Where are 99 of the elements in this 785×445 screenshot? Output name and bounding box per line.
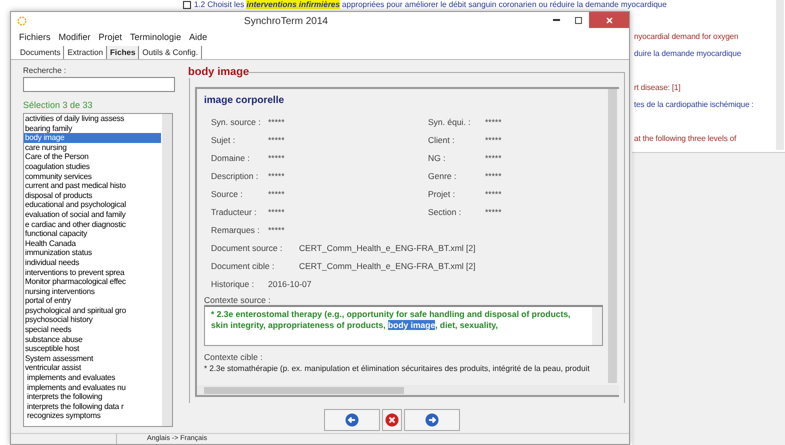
minimize-icon [552,19,560,21]
delete-button[interactable] [382,409,402,431]
field-label: Syn. équi. : [428,117,472,127]
list-item[interactable]: Health Canada [24,238,161,248]
list-item[interactable]: disposal of products [24,190,161,200]
list-item[interactable]: current and past medical histo [24,181,161,191]
scrollbar[interactable] [608,89,617,383]
list-item[interactable]: special needs [24,325,161,335]
list-item[interactable]: Care of the Person [24,152,161,162]
list-item[interactable]: implements and evaluates [24,373,161,383]
close-button[interactable] [589,12,629,28]
term-title: image corporelle [204,95,286,106]
list-item[interactable]: System assessment [24,354,161,364]
field-value: ***** [268,117,286,127]
field-value: ***** [268,207,286,217]
list-item[interactable]: care nursing [24,142,161,152]
list-item[interactable]: interprets the following [24,392,161,402]
field-label: Sujet : [211,135,236,145]
document-line: at the following three levels of [634,133,736,145]
list-item[interactable]: bearing family [24,124,161,134]
field-value: CERT_Comm_Health_e_ENG-FRA_BT.xml [2] [299,261,477,271]
list-item[interactable]: body image [24,133,161,143]
scrollbar[interactable] [197,385,619,395]
search-label: Recherche : [23,66,68,75]
field-value: ***** [485,153,503,163]
list-item[interactable]: immunization status [24,248,161,258]
record-heading: body image [188,66,250,78]
list-item[interactable]: individual needs [24,258,161,268]
field-label: NG : [428,153,446,163]
field-value: ***** [485,117,503,127]
list-item[interactable]: nursing interventions [24,286,161,296]
target-context-text: * 2.3e stomathérapie (p. ex. manipulation et élimination sécuritaires des produits, intégrité de la peau, produit [204,364,591,373]
field-label: Projet : [428,189,456,199]
list-item[interactable]: community services [24,172,161,182]
field-value: ***** [485,207,503,217]
list-item[interactable]: psychosocial history [24,315,161,326]
close-icon [606,16,612,24]
menu-item[interactable]: Terminologie [130,32,182,42]
menu-item[interactable]: Projet [98,32,122,42]
field-label: Description : [211,171,260,181]
field-label: Historique : [211,279,255,289]
scrollbar[interactable] [162,114,172,426]
field-label: Genre : [428,171,458,181]
menu-item[interactable]: Aide [189,32,208,42]
list-item[interactable]: coagulation studies [24,162,161,172]
field-label: Remarques : [211,225,261,235]
list-item[interactable]: educational and psychological [24,200,161,210]
field-label: Document cible : [211,261,276,271]
field-value: ***** [268,135,286,145]
list-item[interactable]: psychological and spiritual gro [24,306,161,316]
field-value: CERT_Comm_Health_e_ENG-FRA_BT.xml [2] [299,243,477,253]
field-label: Domaine : [211,153,251,163]
list-item[interactable]: activities of daily living assess [24,114,161,124]
app-logo-icon [17,16,27,26]
list-item[interactable]: portal of entry [24,296,161,306]
next-button[interactable] [404,409,460,431]
list-item[interactable]: functional capacity [24,229,161,239]
list-item[interactable]: susceptible host [24,344,161,354]
field-value: ***** [485,189,503,199]
field-value: ***** [485,135,503,145]
scrollbar[interactable] [592,307,602,345]
window-title: SynchroTerm 2014 [243,16,329,26]
field-label: Section : [428,207,462,217]
tab[interactable]: Fiches [107,46,140,59]
field-label: Contexte source : [204,295,272,305]
field-label: Source : [211,189,244,199]
selection-count: Sélection 3 de 33 [23,100,94,110]
delete-icon [385,413,399,427]
list-item[interactable]: evaluation of social and family [24,210,161,220]
menu-item[interactable]: Fichiers [19,32,51,42]
list-item[interactable]: interprets the following data r [24,402,161,412]
menu-item[interactable]: Modifier [58,32,91,42]
list-item[interactable]: recognizes symptoms [24,411,161,421]
field-label: Document source : [211,243,284,253]
document-line: duire la demande myocardique [634,48,742,60]
previous-button[interactable] [324,409,380,431]
field-label: Traducteur : [211,207,258,217]
field-value: ***** [485,171,503,181]
field-value: 2016-10-07 [268,279,312,289]
field-value: ***** [268,189,286,199]
search-field[interactable] [23,77,175,92]
field-value: ***** [268,171,286,181]
source-context-field[interactable]: * 2.3e enterostomal therapy (e.g., opportunity for safe handling and disposal of products, skin integrity, appropriateness of products, body image, diet, sexuality, [204,305,603,346]
field-value: ***** [268,225,286,235]
list-item[interactable]: ventricular assist [24,363,161,374]
document-line: tes de la cardiopathie ischémique : [634,99,754,111]
list-item[interactable]: interventions to prevent sprea [24,268,161,278]
document-line: 1.2 Choisit les interventions infirmières appropriées pour améliorer le débit sanguin coronarien ou réduire la demande myocardique [194,0,667,10]
maximize-icon [574,16,582,24]
list-item[interactable]: Monitor pharmacological effec [24,277,161,287]
field-label: Client : [428,135,456,145]
list-item[interactable]: implements and evaluates nu [24,382,161,392]
document-line: nyocardial demand for oxygen [634,31,738,43]
field-value: ***** [268,153,286,163]
list-item[interactable]: e cardiac and other diagnostic [24,220,161,230]
field-label: Syn. source : [211,117,262,127]
field-label: Contexte cible : [204,352,264,362]
list-item[interactable]: substance abuse [24,334,161,344]
document-line: rt disease: [1] [634,82,681,94]
